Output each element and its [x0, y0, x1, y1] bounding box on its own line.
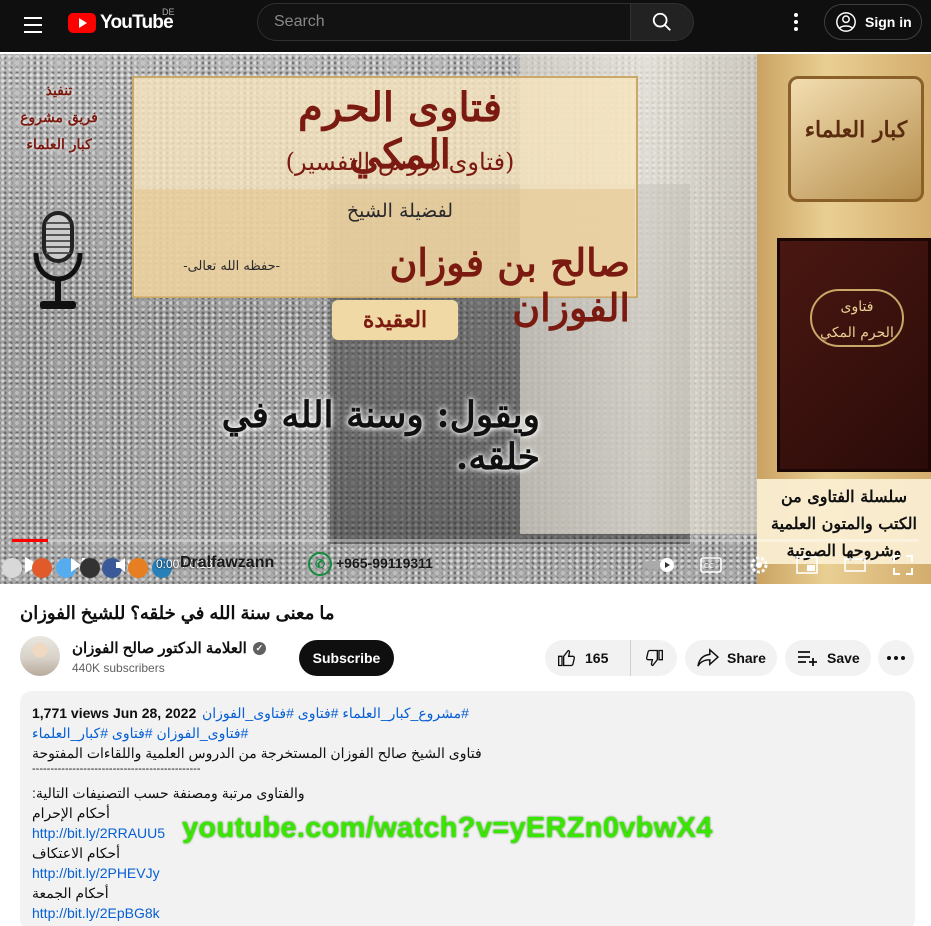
category-1: أحكام الإحرام: [32, 805, 110, 821]
hashtags-line-2[interactable]: #فتاوى_الفوزان #فتاوى #كبار_العلماء: [32, 725, 248, 742]
whatsapp-icon: ✆: [308, 552, 332, 576]
player-controls: 0:00 / 0:13 Dralfawzann ✆ +965-99119311 …: [0, 546, 931, 584]
book-cover: فتاوى الحرم المكي: [777, 238, 931, 472]
url-overlay-text: youtube.com/watch?v=yERZn0vbwX4: [182, 812, 713, 844]
playlist-add-icon: [798, 651, 817, 666]
overlay-sheikh-suffix: -حفظه الله تعالى-: [183, 259, 280, 274]
thumb-down-icon: [645, 649, 663, 667]
youtube-play-icon: [68, 13, 96, 33]
account-icon: [836, 12, 856, 32]
fullscreen-icon: [893, 555, 913, 575]
sign-in-button[interactable]: Sign in: [824, 4, 922, 40]
video-title: ما معنى سنة الله في خلقه؟ للشيخ الفوزان: [20, 603, 335, 623]
category-3: أحكام الجمعة: [32, 885, 109, 901]
country-code: DE: [162, 7, 175, 17]
badge-text: كبار العلماء: [804, 117, 908, 143]
search-icon: [652, 12, 671, 31]
channel-name-row[interactable]: العلامة الدكتور صالح الفوزان ✓: [72, 639, 266, 657]
theater-mode-button[interactable]: [842, 546, 868, 584]
credits-line-2: فريق مشروع: [20, 110, 98, 126]
channel-avatar[interactable]: [20, 636, 60, 676]
rss-icon: [128, 558, 148, 578]
progress-fill: [12, 539, 49, 542]
progress-bar[interactable]: [12, 539, 919, 542]
top-bar: YouTube DE Sign in: [0, 0, 931, 52]
description-box[interactable]: 1,771 views Jun 28, 2022 #مشروع_كبار_الع…: [20, 691, 915, 926]
theater-icon: [844, 558, 866, 572]
series-line-1: سلسلة الفتاوى من: [780, 487, 908, 506]
menu-icon[interactable]: [18, 10, 48, 40]
like-button[interactable]: 165: [545, 640, 631, 676]
overlay-subtitle: (فتاوى دروس التفسير): [285, 148, 515, 176]
like-count: 165: [585, 650, 609, 666]
more-vert-icon: [794, 13, 798, 31]
microphone-icon: [33, 211, 83, 309]
kibar-ulama-badge: كبار العلماء: [788, 76, 924, 202]
subscriber-count: 440K subscribers: [72, 661, 165, 675]
like-dislike-group: 165: [545, 640, 677, 676]
view-count-date: 1,771 views Jun 28, 2022: [32, 705, 197, 721]
overlay-quote: ويقول: وسنة الله في خلقه.: [221, 394, 540, 478]
book-title-line-2: الحرم المكي: [820, 325, 894, 341]
save-button[interactable]: Save: [785, 640, 871, 676]
soundcloud-icon: [32, 558, 52, 578]
overlay-topic: العقيدة: [332, 300, 458, 340]
youtube-logo[interactable]: YouTube: [68, 11, 174, 35]
video-player[interactable]: فتاوى الحرم المكي (فتاوى دروس التفسير) ل…: [0, 54, 931, 584]
captions-icon: CC: [700, 557, 722, 573]
subscribe-button[interactable]: Subscribe: [299, 640, 394, 676]
credits-line-1: تنفيذ: [45, 83, 73, 99]
captions-button[interactable]: CC: [698, 546, 724, 584]
channel-name[interactable]: العلامة الدكتور صالح الفوزان: [72, 639, 247, 657]
gmail-icon: [2, 558, 22, 578]
miniplayer-button[interactable]: [794, 546, 820, 584]
category-1-link[interactable]: http://bit.ly/2RRAUU5: [32, 825, 165, 841]
category-2: أحكام الاعتكاف: [32, 845, 121, 861]
overlay-credits: تنفيذ فريق مشروع كبار العلماء: [10, 78, 108, 159]
hashtags-line-1[interactable]: #مشروع_كبار_العلماء #فتاوى #فتاوى_الفوزا…: [202, 705, 469, 722]
search-input[interactable]: [257, 3, 631, 41]
svg-text:CC: CC: [704, 563, 714, 570]
description-line-1: فتاوى الشيخ صالح الفوزان المستخرجة من ال…: [32, 745, 482, 761]
category-3-link[interactable]: http://bit.ly/2EpBG8k: [32, 905, 160, 921]
share-icon: [697, 648, 719, 667]
autoplay-toggle[interactable]: [642, 546, 678, 584]
category-2-link[interactable]: http://bit.ly/2PHEVJy: [32, 865, 160, 881]
verified-icon: ✓: [252, 641, 266, 655]
share-label: Share: [727, 650, 766, 666]
dislike-button[interactable]: [631, 640, 677, 676]
gear-icon: [750, 556, 768, 574]
watermark-text: Dralfawzann: [180, 554, 275, 571]
save-label: Save: [827, 650, 860, 666]
miniplayer-icon: [796, 556, 818, 574]
book-title-label: فتاوى الحرم المكي: [810, 289, 904, 347]
overlay-sheikh-label: لفضيلة الشيخ: [346, 200, 454, 222]
credits-line-3: كبار العلماء: [26, 137, 92, 153]
more-actions-button[interactable]: [878, 640, 914, 676]
thumb-up-icon: [558, 649, 576, 667]
settings-more-button[interactable]: [784, 10, 808, 34]
description-line-2: والفتاوى مرتبة ومصنفة حسب التصنيفات التا…: [32, 785, 305, 801]
sign-in-label: Sign in: [865, 14, 912, 30]
more-horiz-icon: [887, 656, 905, 660]
settings-button[interactable]: [746, 546, 772, 584]
app-icon: [80, 558, 100, 578]
phone-number: +965-99119311: [336, 555, 433, 571]
share-button[interactable]: Share: [685, 640, 777, 676]
search-button[interactable]: [630, 3, 694, 41]
series-line-2: الكتب والمتون العلمية: [771, 514, 917, 533]
fullscreen-button[interactable]: [890, 546, 916, 584]
autoplay-icon: [644, 558, 674, 572]
description-separator: ----------------------------------------…: [32, 763, 201, 775]
book-title-line-1: فتاوى: [840, 299, 874, 315]
